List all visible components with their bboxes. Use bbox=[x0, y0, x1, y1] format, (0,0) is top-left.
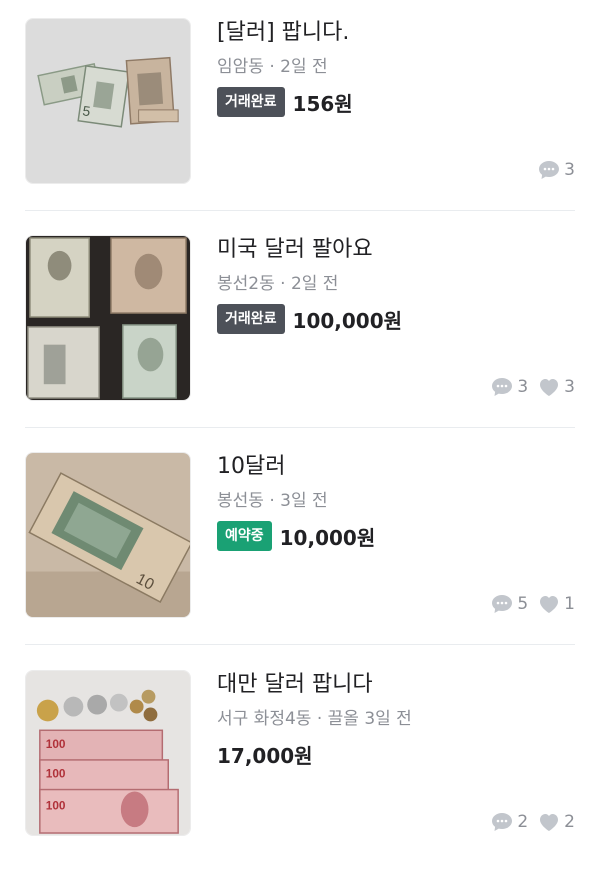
comment-count: 2 bbox=[491, 812, 528, 832]
us-dollar-bills-on-dark-surface-photo bbox=[26, 236, 190, 400]
product-item[interactable]: 5 [달러] 팝니다. 임암동 · 2일 전 거래완료 156원 3 bbox=[0, 0, 600, 217]
product-stats: 3 bbox=[538, 160, 575, 180]
product-price: 100,000원 bbox=[292, 308, 403, 333]
like-count: 2 bbox=[538, 812, 575, 832]
comment-count-value: 2 bbox=[517, 812, 529, 832]
chat-bubble-icon bbox=[492, 595, 513, 613]
comment-count-value: 3 bbox=[517, 377, 529, 397]
product-location-time: 봉선동 · 3일 전 bbox=[217, 491, 328, 511]
product-price: 17,000원 bbox=[217, 743, 313, 768]
like-count: 3 bbox=[538, 377, 575, 397]
status-badge: 거래완료 bbox=[217, 304, 285, 334]
like-count-value: 3 bbox=[564, 377, 575, 397]
product-item[interactable]: 10 10달러 봉선동 · 3일 전 예약중 10,000원 5 1 bbox=[0, 434, 600, 651]
status-badge: 예약중 bbox=[217, 521, 272, 551]
product-title[interactable]: 10달러 bbox=[217, 452, 285, 482]
product-title[interactable]: [달러] 팝니다. bbox=[217, 18, 349, 48]
taiwan-dollar-bills-and-coins-photo: 100 100 100 bbox=[26, 671, 190, 835]
price-row: 거래완료 156원 bbox=[217, 86, 353, 118]
like-count: 1 bbox=[538, 594, 575, 614]
product-thumbnail[interactable]: 100 100 100 bbox=[25, 670, 191, 836]
status-badge: 거래완료 bbox=[217, 87, 285, 117]
divider bbox=[25, 210, 575, 211]
svg-text:100: 100 bbox=[46, 798, 66, 812]
heart-icon bbox=[540, 814, 559, 831]
price-row: 거래완료 100,000원 bbox=[217, 303, 402, 335]
product-stats: 5 1 bbox=[491, 594, 575, 614]
comment-count-value: 3 bbox=[564, 160, 575, 180]
product-location-time: 봉선2동 · 2일 전 bbox=[217, 274, 339, 294]
product-price: 10,000원 bbox=[279, 525, 376, 550]
product-thumbnail[interactable]: 10 bbox=[25, 452, 191, 618]
product-list: 5 [달러] 팝니다. 임암동 · 2일 전 거래완료 156원 3 미국 달러… bbox=[0, 0, 600, 861]
product-title[interactable]: 대만 달러 팝니다 bbox=[217, 670, 373, 700]
product-stats: 2 2 bbox=[491, 812, 575, 832]
like-count-value: 2 bbox=[564, 812, 575, 832]
divider bbox=[25, 644, 575, 645]
chat-bubble-icon bbox=[492, 813, 513, 831]
chat-bubble-icon bbox=[492, 378, 513, 396]
product-location-time: 임암동 · 2일 전 bbox=[217, 57, 328, 77]
comment-count-value: 5 bbox=[517, 594, 529, 614]
product-item[interactable]: 100 100 100 대만 달러 팝니다 서구 화정4동 · 끌올 3일 전 … bbox=[0, 652, 600, 869]
price-row: 17,000원 bbox=[217, 738, 313, 770]
comment-count: 3 bbox=[491, 377, 528, 397]
chat-bubble-icon bbox=[539, 161, 560, 179]
product-item[interactable]: 미국 달러 팔아요 봉선2동 · 2일 전 거래완료 100,000원 3 3 bbox=[0, 217, 600, 434]
comment-count: 3 bbox=[538, 160, 575, 180]
product-stats: 3 3 bbox=[491, 377, 575, 397]
heart-icon bbox=[540, 596, 559, 613]
price-row: 예약중 10,000원 bbox=[217, 520, 375, 552]
svg-text:100: 100 bbox=[46, 737, 66, 751]
svg-text:100: 100 bbox=[46, 767, 66, 781]
divider bbox=[25, 427, 575, 428]
heart-icon bbox=[540, 379, 559, 396]
us-dollar-bills-photo: 5 bbox=[26, 19, 190, 183]
product-price: 156원 bbox=[292, 91, 353, 116]
comment-count: 5 bbox=[491, 594, 528, 614]
like-count-value: 1 bbox=[564, 594, 575, 614]
product-thumbnail[interactable] bbox=[25, 235, 191, 401]
ten-dollar-bill-photo: 10 bbox=[26, 453, 190, 617]
product-title[interactable]: 미국 달러 팔아요 bbox=[217, 235, 373, 265]
product-location-time: 서구 화정4동 · 끌올 3일 전 bbox=[217, 709, 412, 729]
product-thumbnail[interactable]: 5 bbox=[25, 18, 191, 184]
